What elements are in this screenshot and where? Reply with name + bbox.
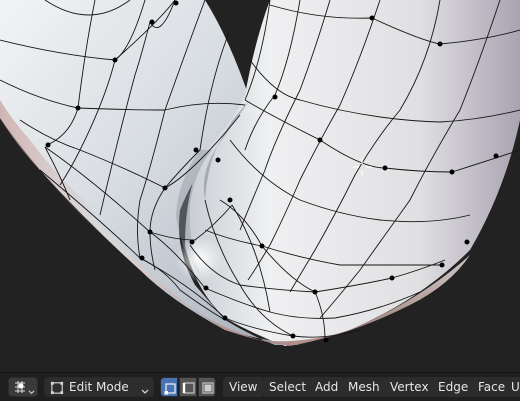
mesh-canvas[interactable] <box>0 0 520 372</box>
edge-select-icon <box>182 380 196 399</box>
3d-viewport[interactable] <box>0 0 520 372</box>
menu-view[interactable]: View <box>223 377 264 397</box>
right-tube-surface <box>185 0 520 346</box>
pivot-icon <box>12 379 28 400</box>
edit-mode-icon <box>50 380 65 400</box>
chevron-down-icon <box>28 383 35 401</box>
viewport-header: Edit Mode View Select Add Mesh Vertex Ed… <box>0 372 520 400</box>
vertex-select-icon <box>163 380 177 399</box>
menu-add[interactable]: Add <box>309 377 345 397</box>
menu-face[interactable]: Face <box>472 377 512 397</box>
face-select-icon <box>201 380 215 399</box>
mode-select-value: Edit Mode <box>69 380 129 394</box>
menu-uv[interactable]: U <box>508 377 520 397</box>
vertex-select-button[interactable] <box>160 377 178 397</box>
menu-mesh[interactable]: Mesh <box>342 377 386 397</box>
face-select-button[interactable] <box>198 377 216 397</box>
menu-select[interactable]: Select <box>263 377 313 397</box>
menu-vertex[interactable]: Vertex <box>384 377 435 397</box>
menu-edge[interactable]: Edge <box>432 377 475 397</box>
mode-select[interactable]: Edit Mode <box>44 377 154 397</box>
highlight <box>165 212 245 288</box>
edge-select-button[interactable] <box>179 377 197 397</box>
pivot-dropdown[interactable] <box>8 377 38 397</box>
chevron-down-icon <box>141 383 149 401</box>
